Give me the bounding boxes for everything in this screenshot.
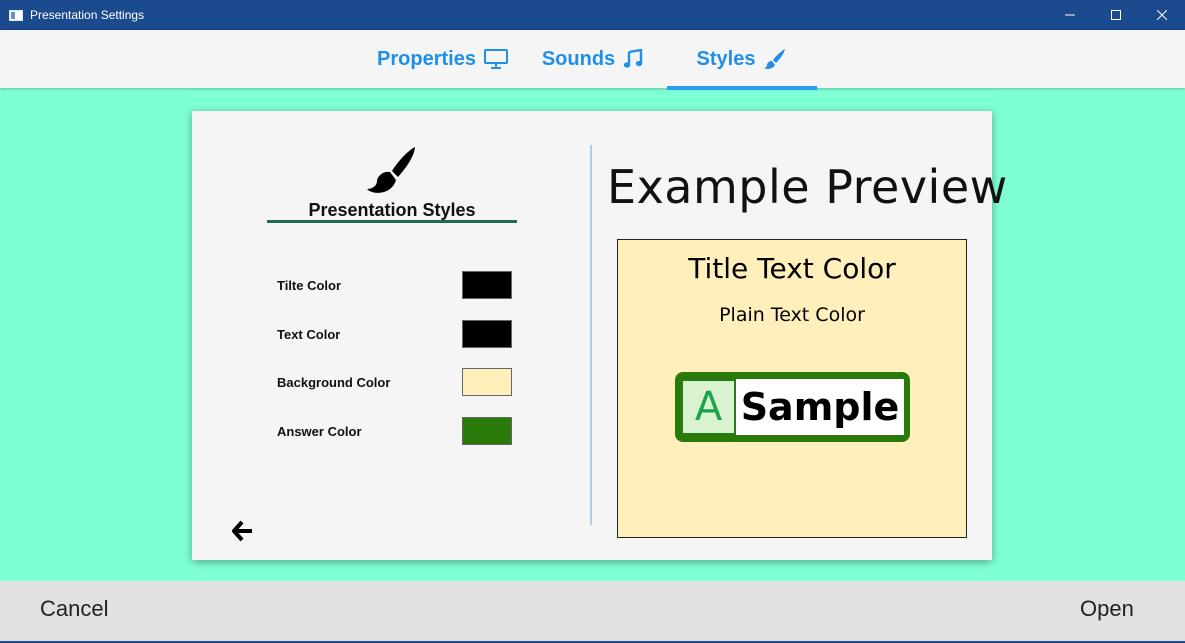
example-preview-heading: Example Preview (607, 160, 1008, 214)
title-color-swatch[interactable] (462, 271, 512, 299)
close-button[interactable] (1139, 0, 1185, 30)
answer-text: Sample (736, 379, 904, 435)
text-color-swatch[interactable] (462, 320, 512, 348)
tab-styles[interactable]: Styles (667, 30, 817, 90)
maximize-button[interactable] (1093, 0, 1139, 30)
answer-color-label: Answer Color (277, 424, 362, 439)
preview-title-text: Title Text Color (688, 252, 896, 285)
paint-brush-icon (367, 147, 415, 193)
tab-styles-label: Styles (696, 47, 756, 70)
answer-color-swatch[interactable] (462, 417, 512, 445)
minimize-button[interactable] (1047, 0, 1093, 30)
vertical-divider (590, 145, 592, 525)
heading-underline (267, 220, 517, 223)
footer-bar: Cancel Open (0, 581, 1185, 641)
music-note-icon (623, 49, 643, 68)
presentation-styles-heading: Presentation Styles (308, 200, 476, 220)
preview-answer: A Sample (675, 372, 910, 442)
monitor-icon (483, 49, 508, 69)
minimize-icon (1065, 14, 1075, 16)
paint-brush-icon (764, 49, 786, 69)
text-color-label: Text Color (277, 327, 341, 342)
background-color-label: Background Color (277, 375, 391, 390)
close-icon (1157, 10, 1167, 20)
preview-plain-text: Plain Text Color (719, 304, 865, 326)
title-bar: Presentation Settings (0, 0, 1185, 30)
app-icon (9, 9, 23, 21)
answer-letter-box: A (681, 379, 736, 435)
window-controls (1047, 0, 1185, 30)
maximize-icon (1111, 10, 1121, 20)
tab-bar: Properties Sounds Styles (0, 30, 1185, 90)
tab-sounds[interactable]: Sounds (535, 30, 650, 88)
tab-sounds-label: Sounds (541, 47, 616, 70)
cancel-button[interactable]: Cancel (40, 596, 108, 622)
tab-properties-label: Properties (377, 47, 476, 70)
window-title: Presentation Settings (30, 8, 145, 22)
background-color-swatch[interactable] (462, 368, 512, 396)
tab-properties[interactable]: Properties (370, 30, 515, 88)
preview-box: Title Text Color Plain Text Color A Samp… (617, 239, 967, 538)
back-arrow-icon[interactable] (232, 520, 254, 542)
open-button[interactable]: Open (1080, 596, 1134, 622)
title-color-label: Tilte Color (277, 278, 342, 293)
